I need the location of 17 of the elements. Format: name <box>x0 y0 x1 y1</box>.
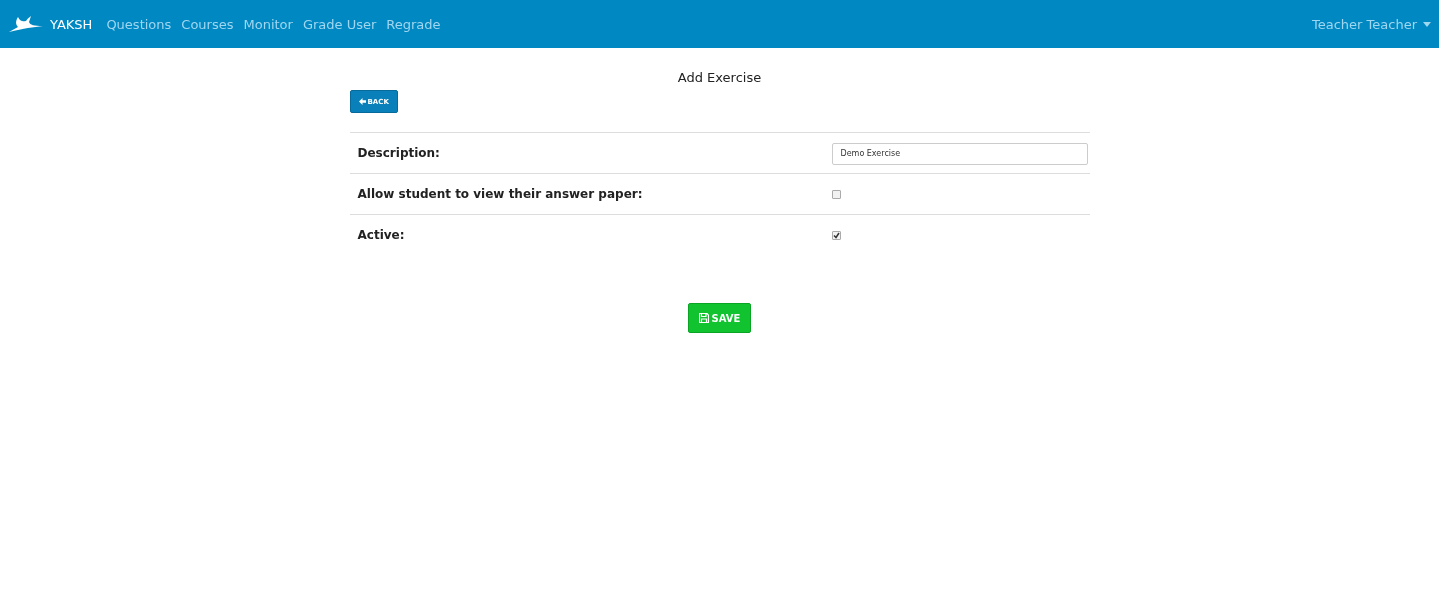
caret-icon <box>1423 21 1431 27</box>
description-input[interactable]: Demo Exercise <box>831 142 1088 165</box>
checkbox[interactable] <box>831 230 841 240</box>
nav-link[interactable]: Questions <box>106 16 172 32</box>
nav-link[interactable]: Grade User <box>302 16 377 32</box>
arrow-left-icon <box>358 98 366 105</box>
brand-link[interactable]: YAKSH <box>8 15 93 33</box>
user-menu[interactable]: Teacher Teacher <box>1312 16 1431 32</box>
nav-link[interactable]: Monitor <box>243 16 293 32</box>
field-label: Description: <box>357 146 441 160</box>
nav-link[interactable]: Courses <box>181 16 234 32</box>
field-label: Allow student to view their answer paper: <box>357 187 644 201</box>
checkbox[interactable] <box>831 189 841 199</box>
page-title: Add Exercise <box>676 70 763 85</box>
field-label: Active: <box>357 228 406 242</box>
nav-link[interactable]: Regrade <box>386 16 441 32</box>
save-button[interactable]: SAVE <box>687 303 752 333</box>
